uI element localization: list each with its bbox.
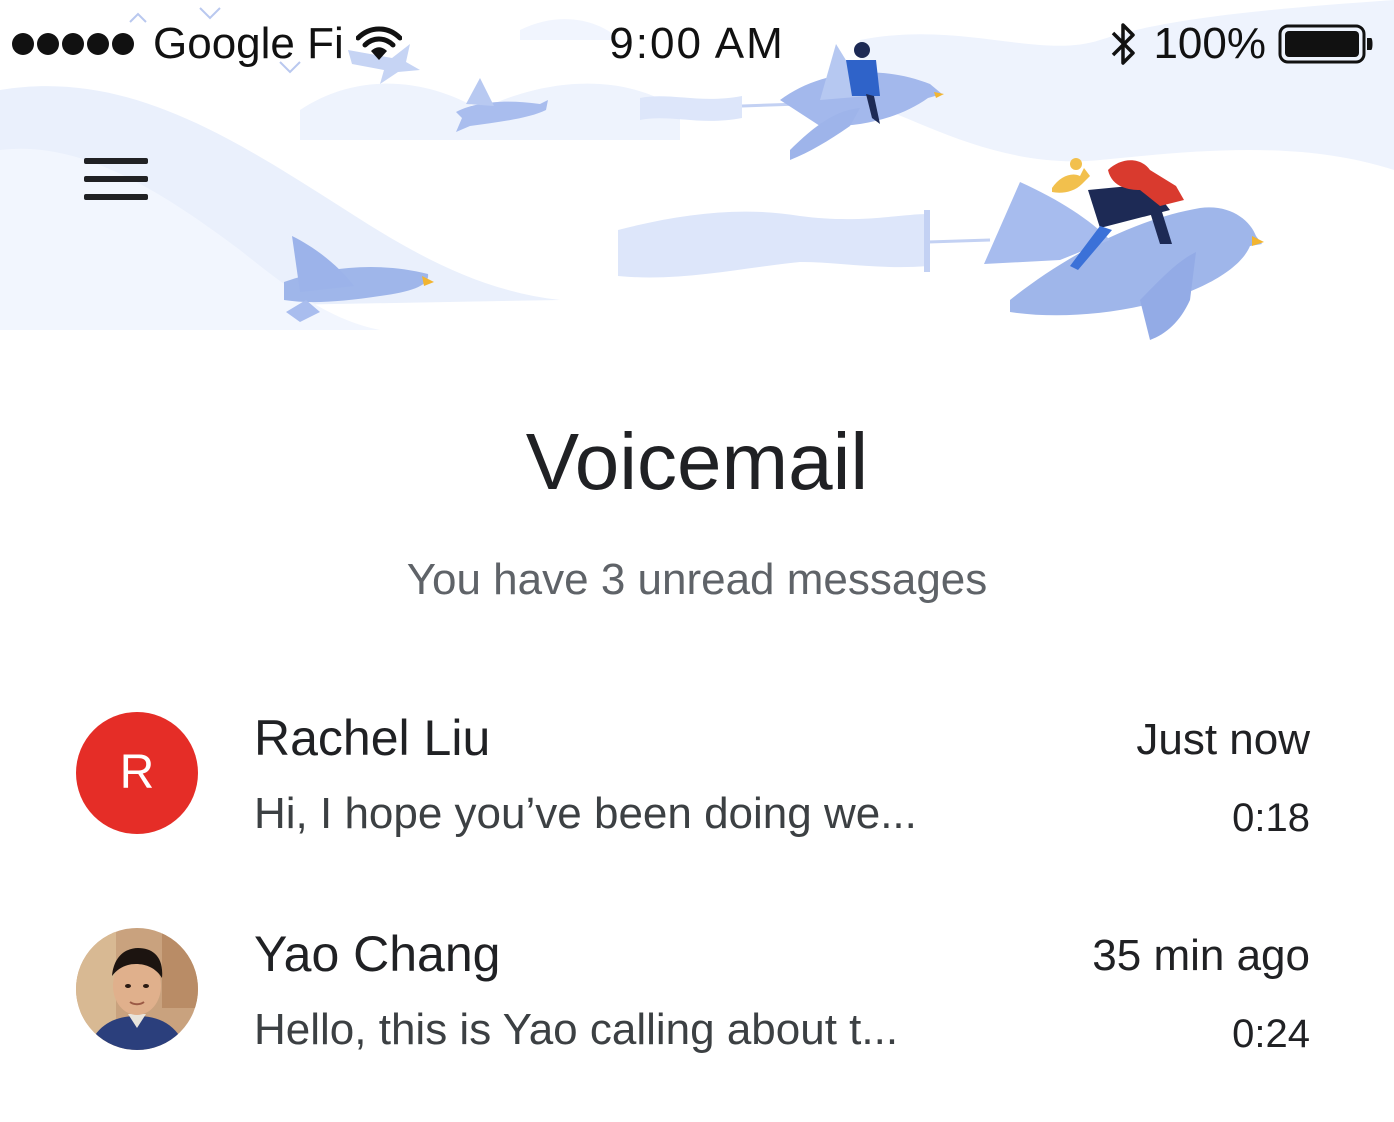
contact-name: Rachel Liu: [254, 710, 491, 766]
avatar: [76, 928, 198, 1050]
contact-photo: [76, 928, 198, 1050]
contact-name: Yao Chang: [254, 926, 501, 982]
unread-count-subtitle: You have 3 unread messages: [406, 555, 988, 604]
message-time: Just now: [1136, 715, 1310, 764]
message-duration: 0:18: [1232, 796, 1310, 840]
voicemail-item[interactable]: R Rachel Liu Hi, I hope you’ve been doin…: [0, 690, 1394, 906]
voicemail-list: R Rachel Liu Hi, I hope you’ve been doin…: [0, 690, 1394, 1122]
bluetooth-icon: [1112, 23, 1136, 65]
battery-icon: [1278, 24, 1373, 64]
hamburger-menu-icon[interactable]: [84, 156, 150, 204]
voicemail-item[interactable]: Yao Chang Hello, this is Yao calling abo…: [0, 906, 1394, 1122]
status-bar: Google Fi 9:00 AM 100%: [0, 0, 1394, 88]
page-title: Voicemail: [525, 417, 869, 506]
battery-percentage: 100%: [1153, 19, 1266, 68]
message-preview: Hello, this is Yao calling about t...: [254, 1005, 899, 1054]
status-bar-right: 100%: [1109, 18, 1374, 70]
message-preview: Hi, I hope you’ve been doing we...: [254, 789, 917, 838]
avatar: R: [76, 712, 198, 834]
message-duration: 0:24: [1232, 1012, 1310, 1056]
message-time: 35 min ago: [1092, 931, 1310, 980]
